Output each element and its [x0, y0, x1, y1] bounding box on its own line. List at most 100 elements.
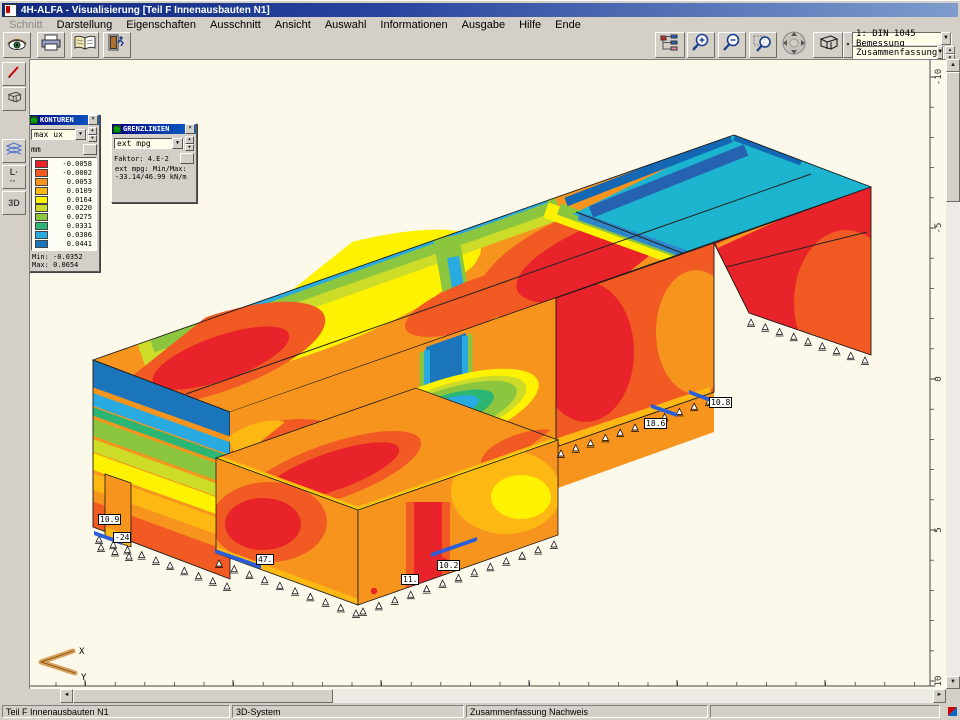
grenzlinien-titlebar[interactable]: GRENZLINIEN × — [112, 124, 196, 134]
support-value-label: -24 — [113, 532, 131, 543]
zoom-window-button[interactable] — [749, 32, 777, 58]
horizontal-scrollbar[interactable]: ◄ ► — [29, 689, 960, 703]
grenzlinien-panel[interactable]: GRENZLINIEN × ext mpg ▼ ▲▼ Faktor: 4.E-2… — [111, 123, 197, 203]
app-icon — [4, 4, 17, 17]
status-project: Teil F Innenausbauten N1 — [2, 705, 230, 718]
zoom-in-button[interactable]: + — [687, 32, 715, 58]
print-button[interactable] — [37, 32, 65, 58]
legend-value: 0.0275 — [48, 213, 95, 221]
left-toolbar: L··· 3D — [0, 59, 29, 689]
svg-text:Y: Y — [81, 673, 87, 683]
horizontal-scroll-thumb[interactable] — [73, 689, 333, 703]
legend-value: -0.0058 — [48, 160, 95, 168]
eye-icon — [6, 35, 28, 56]
model-view-button[interactable] — [2, 87, 26, 111]
close-icon[interactable]: × — [185, 124, 195, 134]
konturen-panel[interactable]: KONTUREN × max ux ▼ ▲▼ mm -0.0058-0.0002… — [29, 114, 100, 272]
scroll-up-icon[interactable]: ▲ — [946, 59, 960, 72]
scroll-right-icon[interactable]: ► — [933, 689, 946, 703]
menu-item-schnitt: Schnitt — [2, 19, 50, 31]
chevron-down-icon: ▼ — [846, 41, 851, 50]
menu-item-informationen[interactable]: Informationen — [373, 19, 454, 31]
mesh-button[interactable] — [2, 139, 26, 163]
zoom-in-icon: + — [691, 33, 711, 57]
toolbar: + - ▼ 1: DIN 1045 Bemessung ▼ Zusammenfa… — [0, 31, 960, 59]
grenzlinien-result-select[interactable]: ext mpg ▼ — [114, 138, 184, 149]
ruler-bottom: -15-10-50510 — [30, 680, 935, 689]
bemessung-select[interactable]: 1: DIN 1045 Bemessung ▼ — [852, 32, 952, 45]
menu-item-darstellung[interactable]: Darstellung — [50, 19, 120, 31]
title-bar[interactable]: 4H-ALFA - Visualisierung [Teil F Innenau… — [2, 3, 958, 17]
legend-color-chip — [35, 240, 48, 248]
exit-button[interactable] — [103, 32, 131, 58]
konturen-titlebar[interactable]: KONTUREN × — [29, 115, 99, 125]
menu-item-eigenschaften[interactable]: Eigenschaften — [119, 19, 203, 31]
menu-item-ansicht[interactable]: Ansicht — [268, 19, 318, 31]
legend-color-chip — [35, 160, 48, 168]
grenzlinien-refresh-button[interactable] — [180, 153, 194, 164]
svg-text:0: 0 — [934, 376, 944, 381]
handbook-button[interactable] — [71, 32, 99, 58]
exit-door-icon — [107, 34, 127, 56]
dimension-button[interactable]: L··· — [2, 165, 26, 189]
chevron-down-icon: ▼ — [172, 138, 183, 149]
vertical-scrollbar[interactable]: ▲ ▼ — [946, 59, 960, 689]
pencil-icon — [6, 64, 22, 85]
legend-row: -0.0002 — [33, 169, 95, 178]
konturen-result-select[interactable]: max ux ▼ — [31, 129, 87, 140]
konturen-spinner[interactable]: ▲▼ — [88, 127, 97, 142]
legend-color-chip — [35, 178, 48, 186]
scroll-down-icon[interactable]: ▼ — [946, 676, 960, 689]
legend-color-chip — [35, 213, 48, 221]
chevron-down-icon: ▼ — [937, 46, 943, 59]
app-window: 4H-ALFA - Visualisierung [Teil F Innenau… — [0, 0, 960, 720]
curved-arrow-icon — [29, 115, 39, 123]
legend-row: 0.0275 — [33, 213, 95, 222]
view-3d-button[interactable] — [813, 32, 843, 58]
menu-item-ausschnitt[interactable]: Ausschnitt — [203, 19, 268, 31]
support-value-label: 11. — [401, 574, 419, 585]
view-eye-button[interactable] — [3, 32, 31, 58]
status-extra — [710, 705, 940, 718]
pan-control[interactable] — [780, 32, 808, 58]
element-tree-button[interactable] — [655, 32, 685, 58]
legend-min: Min: -0.0352 — [32, 253, 96, 261]
edit-mode-button[interactable] — [2, 62, 26, 86]
zoom-out-icon: - — [722, 33, 742, 57]
mesh-grid-icon — [6, 142, 22, 161]
threed-icon: 3D — [8, 199, 20, 208]
status-logo-icon — [948, 707, 957, 716]
menu-item-ausgabe[interactable]: Ausgabe — [455, 19, 512, 31]
legend-color-chip — [35, 231, 48, 239]
support-value-label: 10.9 — [98, 514, 121, 525]
legend-row: 0.0331 — [33, 222, 95, 231]
svg-text:5: 5 — [934, 527, 944, 532]
grenzlinien-spinner[interactable]: ▲▼ — [185, 136, 194, 151]
scroll-left-icon[interactable]: ◄ — [60, 689, 73, 703]
legend-value: 0.0220 — [48, 204, 95, 212]
svg-text:+: + — [693, 45, 697, 52]
legend-value: 0.0441 — [48, 240, 95, 248]
close-icon[interactable]: × — [88, 115, 98, 125]
threed-button[interactable]: 3D — [2, 191, 26, 215]
curved-arrow-icon — [112, 124, 122, 132]
menu-item-hilfe[interactable]: Hilfe — [512, 19, 548, 31]
ergebnis-select[interactable]: Zusammenfassung ▼ — [852, 46, 944, 59]
zoom-window-icon — [753, 33, 773, 57]
support-value-label: 47. — [256, 554, 274, 565]
svg-text:X: X — [79, 647, 85, 657]
grenzlinien-info1: ext mpg: Min/Max: — [115, 165, 193, 173]
vertical-scroll-thumb[interactable] — [946, 72, 960, 202]
menu-item-auswahl[interactable]: Auswahl — [318, 19, 374, 31]
menu-item-ende[interactable]: Ende — [548, 19, 588, 31]
svg-text:-10: -10 — [934, 69, 944, 85]
legend-value: 0.0053 — [48, 178, 95, 186]
konturen-refresh-button[interactable] — [83, 144, 97, 155]
zoom-out-button[interactable]: - — [718, 32, 746, 58]
axis-indicator: XY — [41, 647, 87, 683]
konturen-title: KONTUREN — [40, 116, 88, 124]
support-value-label: 10.2 — [437, 560, 460, 571]
grenzlinien-info2: -33.14/46.99 kN/m — [115, 173, 193, 181]
viewport[interactable]: XY-15-10-50510-10-50510 KONTUREN × max u… — [29, 59, 946, 689]
legend-color-chip — [35, 204, 48, 212]
